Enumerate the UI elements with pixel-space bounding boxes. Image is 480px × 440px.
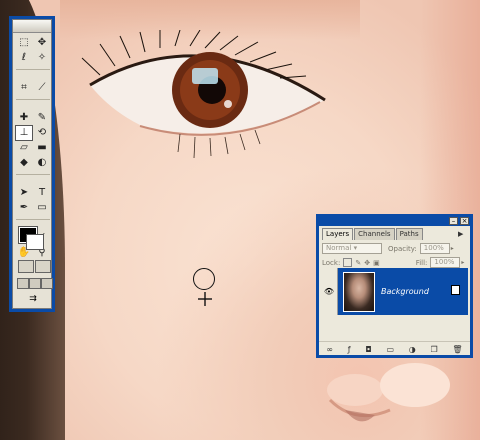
healing-brush-icon[interactable]: ✚ xyxy=(16,111,32,125)
path-select-icon[interactable]: ➤ xyxy=(16,186,32,200)
blend-opacity-row: Normal ▾ Opacity: 100% ▸ xyxy=(322,243,454,254)
screen-mode-full-icon[interactable] xyxy=(41,278,53,289)
palette-menu-icon[interactable]: ▶ xyxy=(458,230,467,238)
new-set-icon[interactable]: ▭ xyxy=(386,345,394,354)
tab-layers[interactable]: Layers xyxy=(322,228,354,240)
fill-arrow-icon[interactable]: ▸ xyxy=(461,259,464,266)
lasso-icon[interactable]: ℓ xyxy=(16,51,32,65)
brush-icon[interactable]: ✎ xyxy=(34,111,50,125)
quick-mask-icon[interactable] xyxy=(35,260,51,273)
tool-separator xyxy=(16,216,50,220)
blend-mode-select[interactable]: Normal ▾ xyxy=(322,243,382,254)
fill-label: Fill: xyxy=(415,258,428,267)
mask-icon[interactable]: ◘ xyxy=(365,345,371,354)
tool-separator xyxy=(16,96,50,100)
visibility-eye-icon[interactable]: 👁 xyxy=(321,268,338,315)
dodge-icon[interactable]: ◐ xyxy=(34,156,50,170)
rect-marquee-icon[interactable]: ⬚ xyxy=(16,36,32,50)
pen-icon[interactable]: ✒ xyxy=(16,201,32,215)
move-icon[interactable]: ✥ xyxy=(34,36,50,50)
adjustment-icon[interactable]: ◑ xyxy=(409,345,416,354)
lock-position-icon[interactable]: ✥ xyxy=(364,259,370,267)
tool-separator xyxy=(16,66,50,70)
trash-icon[interactable]: 🗑 xyxy=(452,345,462,354)
type-icon[interactable]: T xyxy=(34,186,50,200)
close-icon[interactable]: × xyxy=(460,217,469,225)
slice-icon[interactable]: ⟋ xyxy=(34,81,50,95)
eraser-icon[interactable]: ▱ xyxy=(16,141,32,155)
tab-channels[interactable]: Channels xyxy=(354,228,395,240)
screen-mode-menu-icon[interactable] xyxy=(29,278,41,289)
history-brush-icon[interactable]: ⟲ xyxy=(34,126,50,140)
tool-separator xyxy=(16,171,50,175)
tab-paths[interactable]: Paths xyxy=(395,228,423,240)
screen-mode-standard-icon[interactable] xyxy=(17,278,29,289)
toolbox-header[interactable] xyxy=(13,20,51,33)
fill-field[interactable]: 100% xyxy=(430,257,461,268)
eye-image xyxy=(81,30,326,159)
layer-row-background[interactable]: 👁 Background xyxy=(321,268,468,315)
new-layer-icon[interactable]: ❐ xyxy=(431,345,438,354)
lock-fill-row: Lock: ✎ ✥ ▣ Fill: 100% ▸ xyxy=(322,257,464,268)
crop-icon[interactable]: ⌗ xyxy=(16,81,32,95)
blend-mode-value: Normal xyxy=(326,244,352,252)
blur-icon[interactable]: ◆ xyxy=(16,156,32,170)
opacity-label: Opacity: xyxy=(388,244,417,253)
palette-tabs: Layers Channels Paths xyxy=(322,228,424,240)
shape-icon[interactable]: ▭ xyxy=(34,201,50,215)
opacity-field[interactable]: 100% xyxy=(419,243,450,254)
link-icon[interactable]: ∞ xyxy=(326,345,333,354)
palette-bottom-bar: ∞ ƒ ◘ ▭ ◑ ❐ 🗑 xyxy=(319,341,470,355)
layer-thumbnail xyxy=(343,271,375,312)
clone-stamp-icon[interactable]: ⊥ xyxy=(15,125,33,141)
jump-to-imageready-icon[interactable]: ⇉ xyxy=(21,294,45,306)
minimize-icon[interactable]: – xyxy=(449,217,458,225)
magic-wand-icon[interactable]: ✧ xyxy=(34,51,50,65)
gradient-icon[interactable]: ▬ xyxy=(34,141,50,155)
layer-name: Background xyxy=(381,287,429,296)
background-color-swatch[interactable] xyxy=(26,234,44,250)
lock-icon xyxy=(451,285,460,295)
palette-titlebar[interactable]: – × xyxy=(319,217,470,226)
crosshair-cursor-icon xyxy=(198,292,212,306)
standard-mode-icon[interactable] xyxy=(18,260,34,273)
opacity-arrow-icon[interactable]: ▸ xyxy=(451,245,454,252)
lock-label: Lock: xyxy=(322,258,341,267)
lock-transparency-icon[interactable] xyxy=(343,258,353,267)
chevron-down-icon: ▾ xyxy=(353,244,358,252)
layers-palette: – × Layers Channels Paths ▶ Normal ▾ Opa… xyxy=(316,214,473,358)
layer-style-icon[interactable]: ƒ xyxy=(348,345,351,354)
brush-cursor-circle xyxy=(193,268,215,290)
nose-image xyxy=(327,363,450,422)
lock-image-icon[interactable]: ✎ xyxy=(355,259,361,267)
lock-all-icon[interactable]: ▣ xyxy=(373,259,380,267)
toolbox-panel: ⬚✥ℓ✧⌗⟋✚✎⊥⟲▱▬◆◐➤T✒▭▤⁄✋⚲ ⇉ xyxy=(9,16,55,312)
